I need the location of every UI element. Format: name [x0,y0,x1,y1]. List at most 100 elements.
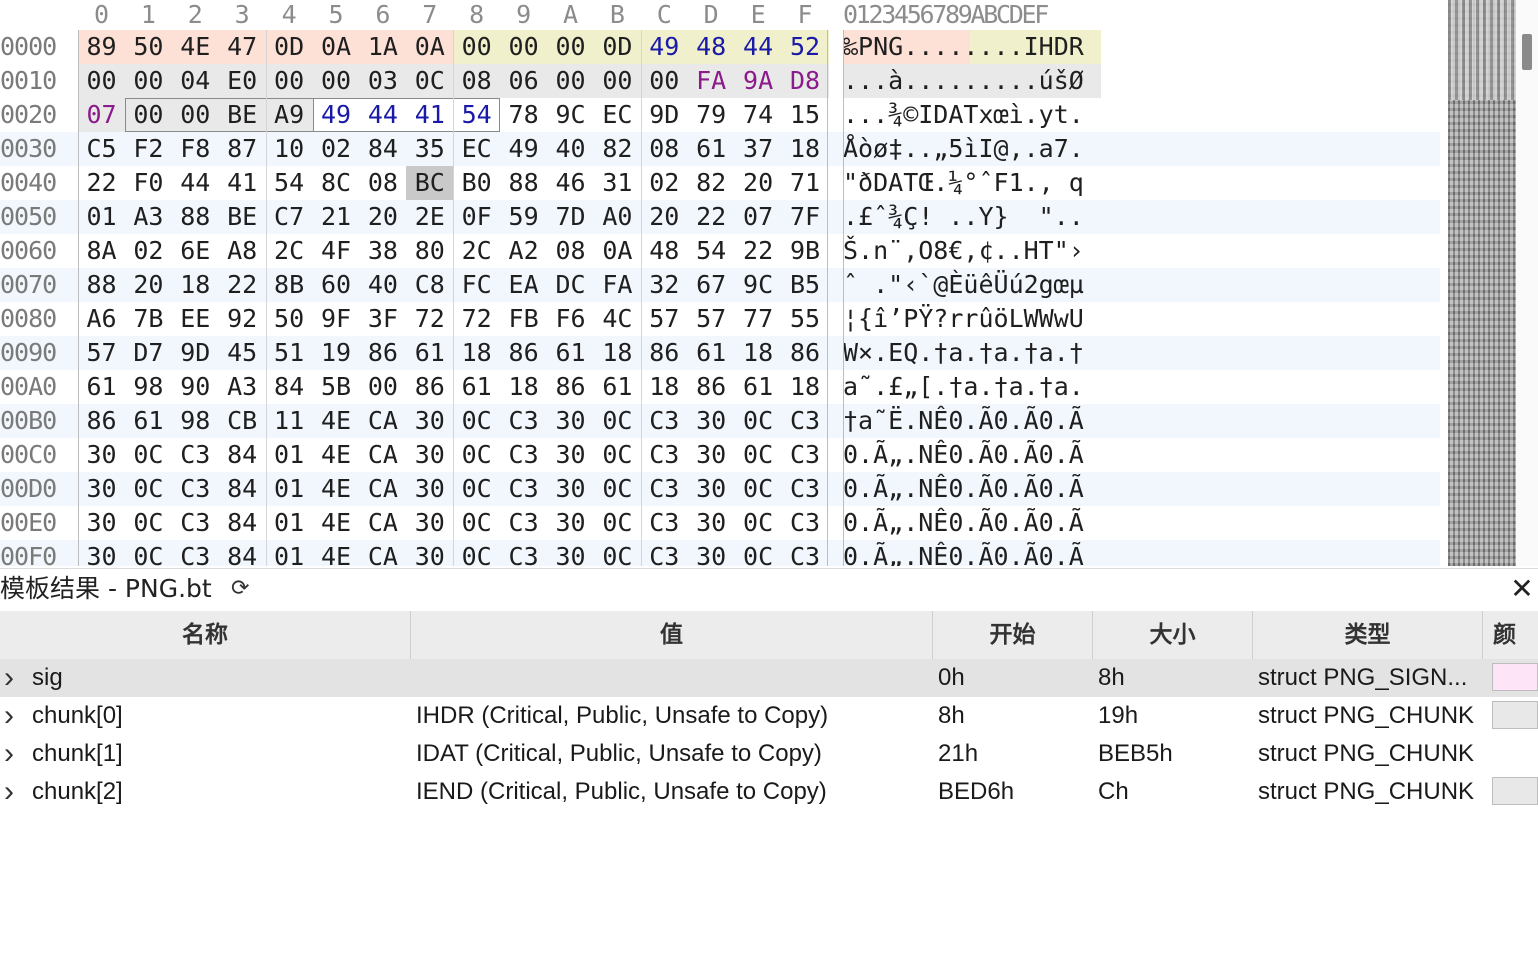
hex-byte[interactable]: 8A [78,234,125,268]
hex-byte[interactable]: 04 [171,64,219,98]
vertical-scrollbar[interactable] [1516,0,1538,566]
column-header-size[interactable]: 大小 [1093,611,1253,659]
hex-byte[interactable]: CA [359,540,406,566]
hex-byte[interactable]: 71 [782,166,829,200]
hex-byte[interactable]: C3 [782,404,829,438]
hex-byte[interactable]: 86 [359,336,406,370]
hex-byte[interactable]: 02 [641,166,688,200]
hex-byte[interactable]: 0C [453,540,500,566]
hex-byte[interactable]: 88 [172,200,219,234]
hex-byte[interactable]: 9C [735,268,782,302]
hex-byte[interactable]: EC [453,132,500,166]
hex-byte[interactable]: A8 [219,234,266,268]
hex-byte[interactable]: 0A [312,30,360,64]
hex-byte[interactable]: FA [687,64,735,98]
hex-byte[interactable]: A2 [500,234,547,268]
ascii-text[interactable]: ‰PNG........IHDR [843,30,1101,64]
hex-byte[interactable]: 0C [735,540,782,566]
color-swatch[interactable] [1492,777,1538,805]
hex-byte[interactable]: C3 [500,404,547,438]
hex-byte[interactable]: C3 [641,404,688,438]
hex-byte[interactable]: 46 [547,166,594,200]
hex-byte[interactable]: A0 [594,200,641,234]
hex-byte[interactable]: 84 [219,472,266,506]
hex-byte[interactable]: 00 [124,98,172,132]
hex-byte[interactable]: 08 [453,64,501,98]
hex-byte[interactable]: 38 [359,234,406,268]
ascii-text[interactable]: 0.Ã„.NÊ0.Ã0.Ã0.Ã [843,506,1101,540]
hex-byte[interactable]: 9C [547,98,594,132]
hex-byte[interactable]: 0C [735,404,782,438]
hex-byte[interactable]: CA [359,404,406,438]
hex-byte[interactable]: 0C [453,506,500,540]
hex-byte[interactable]: 4E [313,506,360,540]
hex-byte[interactable]: B0 [453,166,500,200]
hex-byte[interactable]: 0A [594,234,641,268]
hex-byte[interactable]: 2C [266,234,313,268]
minimap-viewport-marker[interactable] [1448,0,1516,100]
result-row[interactable]: › chunk[2] IEND (Critical, Public, Unsafe … [0,773,1538,811]
hex-byte[interactable]: 98 [125,370,172,404]
hex-byte[interactable]: D8 [781,64,829,98]
hex-byte[interactable]: 86 [547,370,594,404]
hex-byte[interactable]: 20 [359,200,406,234]
hex-byte[interactable]: 00 [124,64,172,98]
hex-byte[interactable]: FC [453,268,500,302]
hex-byte[interactable]: 44 [359,98,406,132]
hex-byte[interactable]: 57 [641,302,688,336]
hex-byte[interactable]: 6E [172,234,219,268]
hex-byte[interactable]: 61 [594,370,641,404]
hex-byte[interactable]: 0C [125,540,172,566]
hex-byte[interactable]: 30 [406,472,453,506]
hex-byte[interactable]: 00 [312,64,360,98]
hex-byte[interactable]: 18 [782,132,829,166]
hex-byte[interactable]: 18 [453,336,500,370]
hex-byte[interactable]: 21 [313,200,360,234]
hex-byte[interactable]: 49 [500,132,547,166]
hex-byte[interactable]: 61 [406,336,453,370]
hex-byte[interactable]: 86 [78,404,125,438]
scrollbar-thumb[interactable] [1522,34,1532,70]
hex-byte[interactable]: 22 [688,200,735,234]
hex-byte[interactable]: 0F [453,200,500,234]
hex-byte[interactable]: C3 [782,506,829,540]
hex-byte[interactable]: 0D [265,30,313,64]
hex-byte[interactable]: 8B [266,268,313,302]
chevron-right-icon[interactable]: › [4,697,22,735]
hex-byte[interactable]: 32 [641,268,688,302]
hex-byte[interactable]: 72 [406,302,453,336]
hex-byte[interactable]: 4E [313,540,360,566]
hex-byte[interactable]: 77 [735,302,782,336]
hex-byte[interactable]: 4C [594,302,641,336]
hex-byte[interactable]: C3 [782,438,829,472]
hex-editor[interactable]: 0123456789ABCDEF 0123456789ABCDEF 0000 89… [0,0,1538,566]
hex-byte[interactable]: 0C [735,438,782,472]
hex-byte[interactable]: 18 [782,370,829,404]
hex-byte[interactable]: 0C [125,506,172,540]
hex-byte[interactable]: 44 [734,30,782,64]
hex-byte[interactable]: 18 [500,370,547,404]
hex-byte[interactable]: 41 [406,98,453,132]
hex-byte[interactable]: 01 [266,472,313,506]
hex-byte[interactable]: A9 [265,98,313,132]
close-icon[interactable]: ✕ [1508,573,1536,605]
hex-byte[interactable]: 86 [641,336,688,370]
hex-byte[interactable]: 49 [640,30,688,64]
hex-byte[interactable]: 00 [265,64,313,98]
ascii-text[interactable]: Š.n¨,O8€,¢..HT"› [843,234,1101,268]
column-header-type[interactable]: 类型 [1253,611,1483,659]
hex-byte[interactable]: 40 [359,268,406,302]
hex-byte[interactable]: 57 [688,302,735,336]
hex-byte[interactable]: 80 [406,234,453,268]
hex-byte[interactable]: C3 [500,438,547,472]
hex-byte[interactable]: C3 [641,540,688,566]
hex-byte[interactable]: EA [500,268,547,302]
hex-byte[interactable]: 9B [782,234,829,268]
hex-byte[interactable]: 61 [688,132,735,166]
hex-byte[interactable]: 0C [453,472,500,506]
hex-byte[interactable]: 00 [640,64,688,98]
hex-byte[interactable]: F2 [125,132,172,166]
hex-byte[interactable]: 30 [688,472,735,506]
hex-byte[interactable]: 0C [125,438,172,472]
hex-byte[interactable]: 30 [406,540,453,566]
